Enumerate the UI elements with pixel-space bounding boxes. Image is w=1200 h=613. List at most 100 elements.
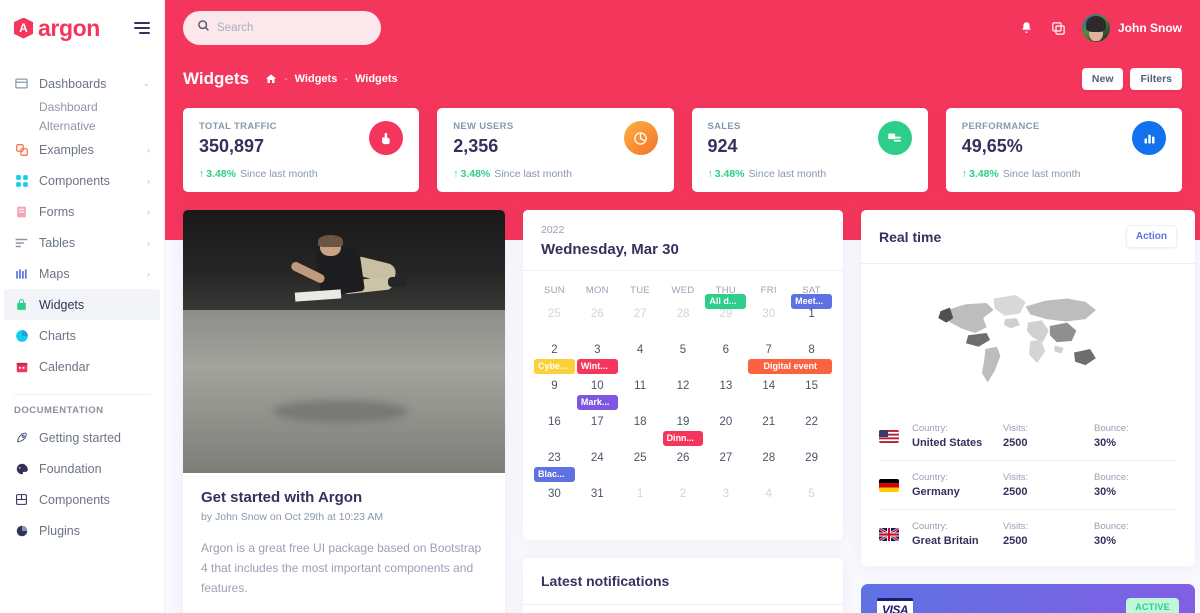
filters-button[interactable]: Filters: [1130, 68, 1182, 90]
calendar-week-row: 30 31 1 2 3 4 5: [533, 488, 833, 524]
sidebar-toggle-button[interactable]: [134, 22, 150, 34]
sidebar-item-calendar[interactable]: Calendar: [0, 351, 164, 382]
sidebar-item-dashboards[interactable]: Dashboards ⌄: [0, 68, 164, 99]
realtime-title: Real time: [879, 228, 942, 245]
calendar-day-cell[interactable]: 25: [619, 452, 662, 488]
calendar-day-cell[interactable]: 6: [704, 344, 747, 380]
sidebar-item-forms[interactable]: Forms ›: [0, 196, 164, 227]
sidebar-item-components[interactable]: Components ›: [0, 165, 164, 196]
brand-logo[interactable]: A argon: [14, 15, 100, 42]
calendar-day-number: 3: [722, 488, 730, 500]
calendar-day-cell[interactable]: 28: [747, 452, 790, 488]
sidebar-item-getting-started[interactable]: Getting started: [0, 422, 164, 453]
calendar-day-cell[interactable]: 16: [533, 416, 576, 452]
grid-icon: [14, 492, 29, 507]
calendar-day-cell[interactable]: 13: [704, 380, 747, 416]
world-map[interactable]: [861, 264, 1195, 412]
calendar-event[interactable]: Blac...: [534, 467, 575, 482]
photo-figure: [280, 234, 409, 321]
calendar-day-cell[interactable]: 12: [662, 380, 705, 416]
calendar-day-cell[interactable]: 9: [533, 380, 576, 416]
calendar-day-cell[interactable]: 14: [747, 380, 790, 416]
calendar-day-cell[interactable]: 1 Meet...: [790, 294, 833, 344]
calendar-day-cell[interactable]: 10 Mark...: [576, 380, 619, 416]
breadcrumb-item-1[interactable]: Widgets: [295, 73, 338, 85]
calendar-day-number: 2: [679, 488, 687, 500]
calendar-day-cell[interactable]: 24: [576, 452, 619, 488]
calendar-day-cell[interactable]: 11: [619, 380, 662, 416]
calendar-day-cell[interactable]: 2 Cybe...: [533, 344, 576, 380]
calendar-day-cell[interactable]: 28: [662, 308, 705, 344]
sidebar-item-charts[interactable]: Charts: [0, 320, 164, 351]
calendar-day-cell[interactable]: 21: [747, 416, 790, 452]
calendar-event[interactable]: All d...: [705, 294, 747, 309]
calendar-day-cell[interactable]: 23 Blac...: [533, 452, 576, 488]
bell-icon[interactable]: [1018, 20, 1034, 36]
calendar-day-number: 28: [762, 452, 776, 464]
calendar-day-cell[interactable]: 15: [790, 380, 833, 416]
stat-value: 2,356: [453, 136, 499, 156]
country-value: Germany: [912, 486, 960, 498]
calendar-day-cell[interactable]: 30: [533, 488, 576, 524]
breadcrumb-item-2[interactable]: Widgets: [355, 73, 398, 85]
sidebar-item-label: Charts: [39, 328, 76, 343]
calendar-day-cell[interactable]: 20: [704, 416, 747, 452]
calendar-day-cell[interactable]: 29 All d...: [704, 294, 747, 344]
calendar-day-cell[interactable]: 5: [790, 488, 833, 524]
calendar-event[interactable]: Mark...: [576, 395, 618, 410]
calendar-day-cell[interactable]: 3: [704, 488, 747, 524]
calendar-icon: [14, 359, 29, 374]
sidebar-item-foundation[interactable]: Foundation: [0, 453, 164, 484]
calendar-day-cell[interactable]: 3 Wint...: [576, 344, 619, 380]
sidebar-item-examples[interactable]: Examples ›: [0, 134, 164, 165]
sidebar-item-tables[interactable]: Tables ›: [0, 227, 164, 258]
calendar-day-cell[interactable]: 25: [533, 308, 576, 344]
copy-icon[interactable]: [1050, 20, 1066, 36]
calendar-day-cell[interactable]: 29: [790, 452, 833, 488]
calendar-day-cell[interactable]: 4: [747, 488, 790, 524]
calendar-day-cell[interactable]: 5: [662, 344, 705, 380]
calendar-event[interactable]: Wint...: [576, 359, 618, 374]
calendar-day-cell[interactable]: 7 Digital event: [747, 344, 833, 380]
action-button[interactable]: Action: [1125, 225, 1177, 248]
calendar-day-cell[interactable]: 31: [576, 488, 619, 524]
calendar-day-cell[interactable]: 4: [619, 344, 662, 380]
calendar-day-cell[interactable]: 19 Dinn...: [662, 416, 705, 452]
sidebar-item-label: Dashboards: [39, 76, 107, 91]
sidebar-item-components-doc[interactable]: Components: [0, 484, 164, 515]
calendar-day-cell[interactable]: 18: [619, 416, 662, 452]
search-input[interactable]: [217, 22, 367, 34]
calendar-day-cell[interactable]: 27: [619, 308, 662, 344]
calendar-day-cell[interactable]: 2: [662, 488, 705, 524]
search-box[interactable]: [183, 11, 381, 45]
user-menu[interactable]: John Snow: [1082, 14, 1182, 42]
sidebar-item-label: Calendar: [39, 359, 90, 374]
home-icon[interactable]: [265, 73, 277, 85]
calendar-day-cell[interactable]: 26: [576, 308, 619, 344]
calendar-day-cell[interactable]: 22: [790, 416, 833, 452]
stat-value: 350,897: [199, 136, 265, 156]
calendar-day-number: 9: [551, 380, 558, 392]
calendar-day-cell[interactable]: 27: [704, 452, 747, 488]
country-row: Country: Germany Visits: 2500 Bounce: 30%: [879, 460, 1177, 509]
sidebar-item-plugins[interactable]: Plugins: [0, 515, 164, 546]
calendar-day-cell[interactable]: 8: [790, 344, 833, 380]
credit-card-widget[interactable]: VISA ACTIVE: [861, 584, 1195, 613]
calendar-day-cell[interactable]: 17: [576, 416, 619, 452]
sidebar-item-widgets[interactable]: Widgets: [4, 289, 160, 320]
calendar-event[interactable]: Dinn...: [662, 431, 704, 446]
sidebar-subitem-alternative[interactable]: Alternative: [0, 115, 164, 134]
calendar-event[interactable]: Meet...: [791, 294, 832, 309]
calendar-event[interactable]: Cybe...: [534, 359, 575, 374]
forms-icon: [14, 204, 29, 219]
brand-name: argon: [38, 14, 100, 41]
notifications-title: Latest notifications: [541, 573, 670, 589]
new-button[interactable]: New: [1081, 68, 1124, 90]
article-meta: by John Snow on Oct 29th at 10:23 AM: [201, 511, 384, 523]
calendar-day-cell[interactable]: 1: [619, 488, 662, 524]
stat-value: 49,65%: [961, 136, 1023, 156]
sidebar-item-maps[interactable]: Maps ›: [0, 258, 164, 289]
sidebar-subitem-dashboard[interactable]: Dashboard: [0, 99, 164, 115]
calendar-day-cell[interactable]: 26: [662, 452, 705, 488]
calendar-day-cell[interactable]: 30: [747, 308, 790, 344]
